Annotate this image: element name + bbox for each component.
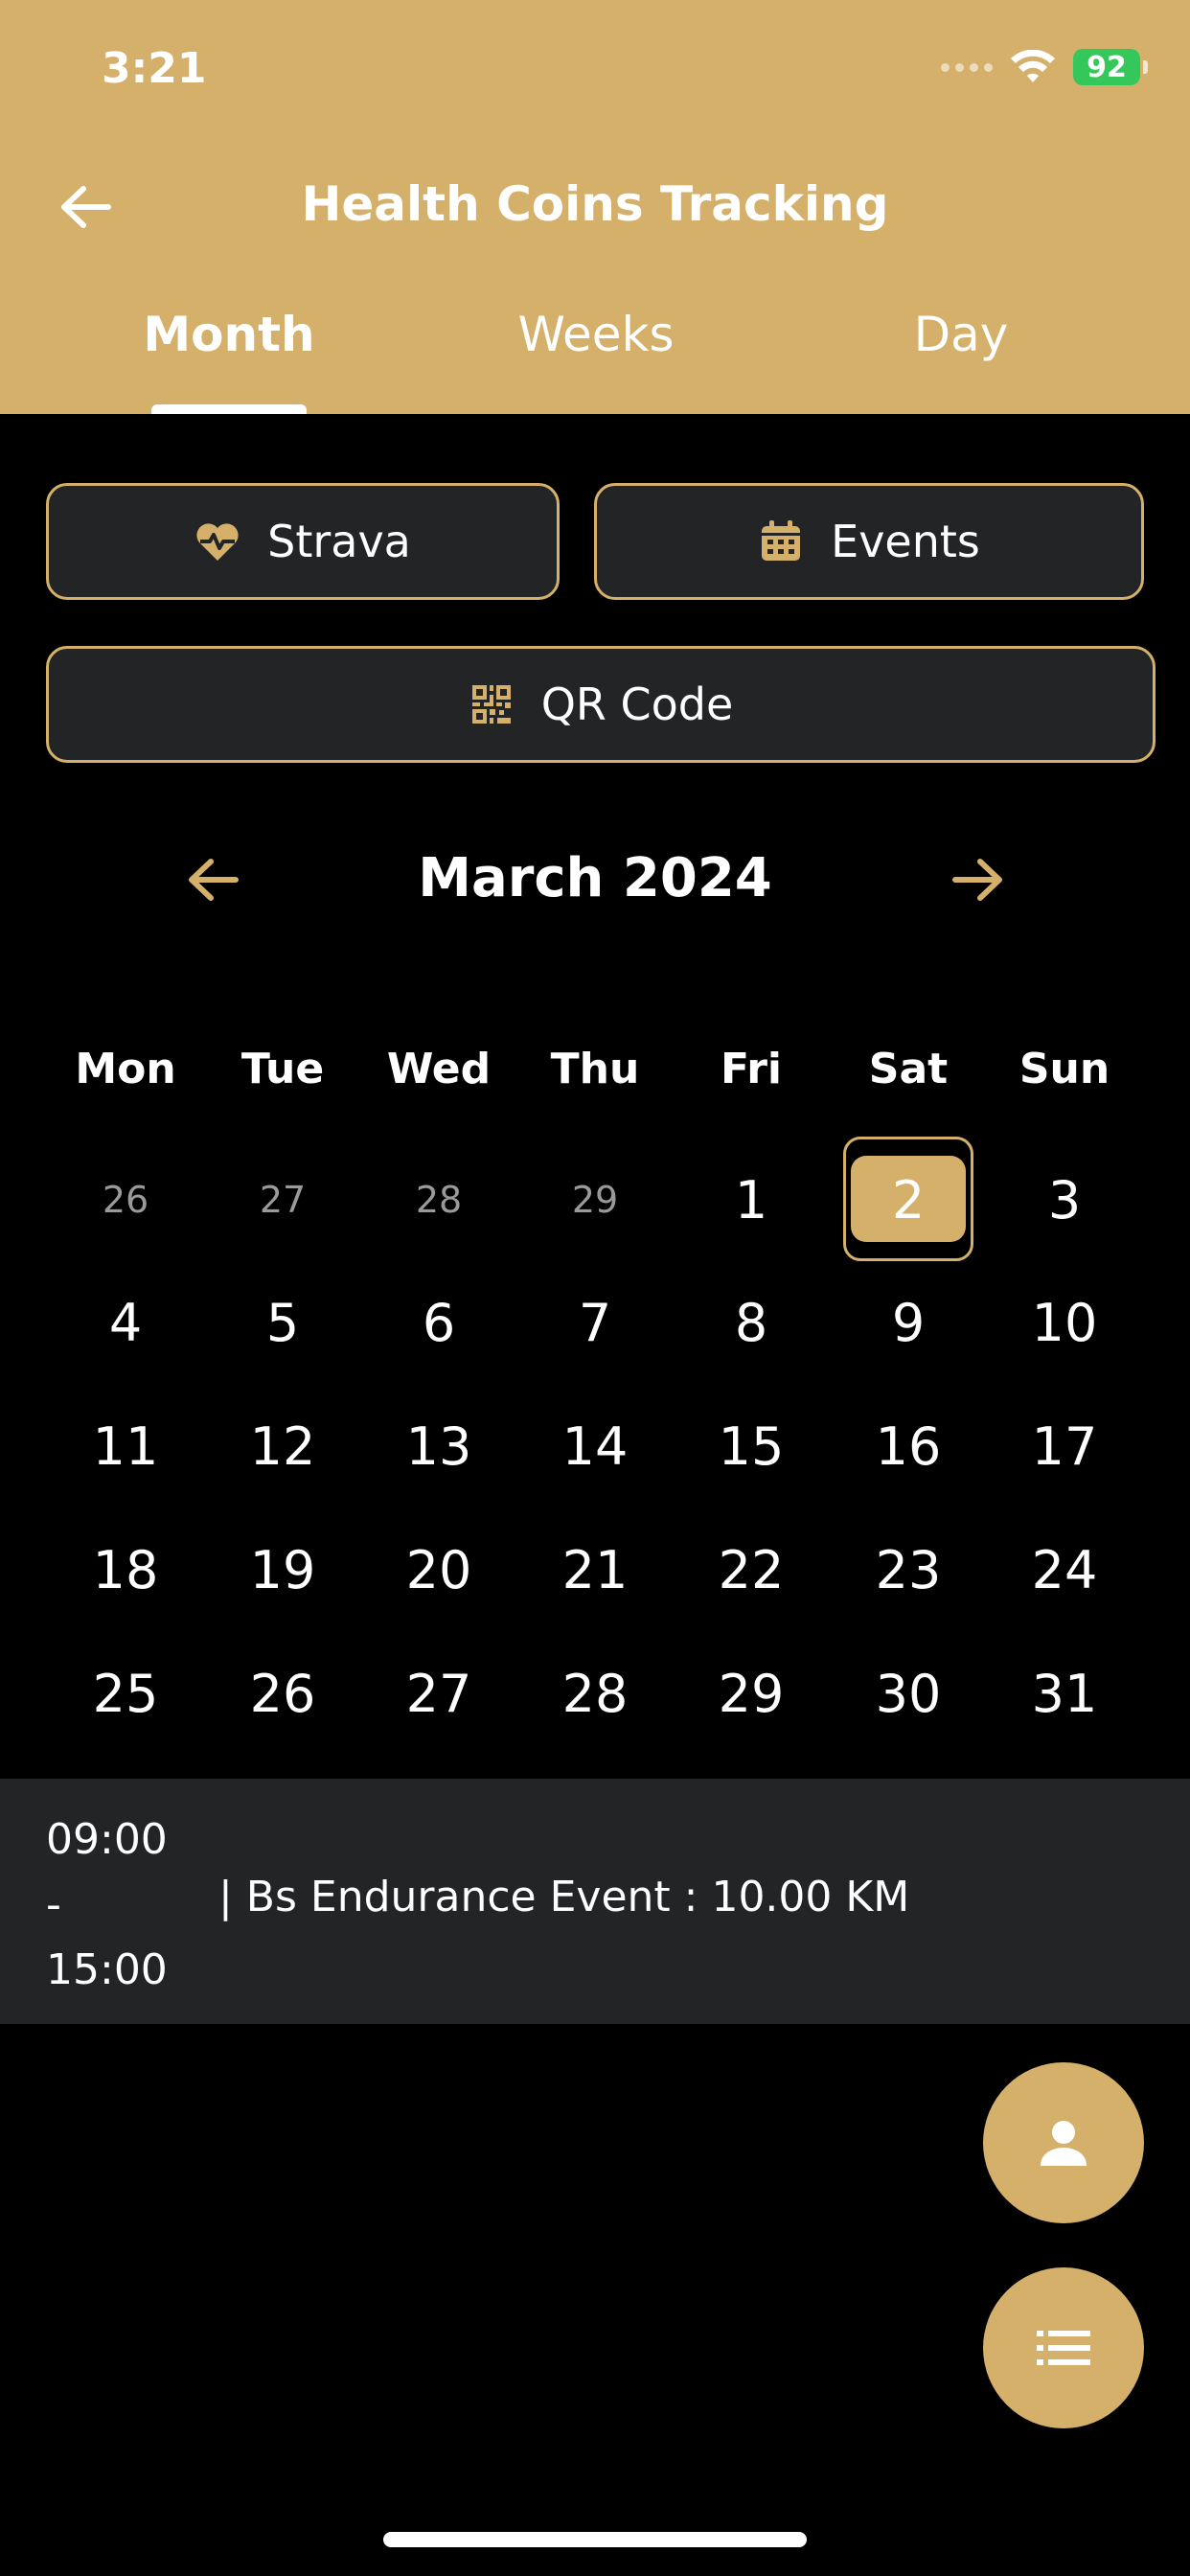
calendar-day[interactable]: 17 — [986, 1398, 1143, 1494]
qr-code-label: QR Code — [540, 678, 734, 730]
events-label: Events — [831, 516, 980, 567]
weekday-header: Sun — [1018, 1045, 1110, 1093]
qr-code-icon — [469, 681, 515, 727]
calendar-day[interactable]: 8 — [673, 1275, 830, 1370]
calendar-day[interactable]: 27 — [360, 1645, 517, 1741]
weekday-header: Fri — [720, 1045, 783, 1093]
calendar-day-other-month[interactable]: 28 — [360, 1152, 517, 1248]
calendar-day[interactable]: 13 — [360, 1398, 517, 1494]
weekday-header: Tue — [240, 1045, 325, 1093]
calendar-day[interactable]: 25 — [47, 1645, 204, 1741]
event-time-separator: - — [46, 1880, 61, 1929]
calendar-day[interactable]: 28 — [516, 1645, 674, 1741]
tab-day[interactable]: Day — [817, 307, 1105, 362]
calendar-day[interactable]: 24 — [986, 1522, 1143, 1618]
qr-code-button[interactable]: QR Code — [46, 646, 1156, 763]
calendar-day-other-month[interactable]: 27 — [204, 1152, 361, 1248]
calendar-day[interactable]: 6 — [360, 1275, 517, 1370]
event-time-range: 09:00 - 15:00 — [46, 1807, 168, 2003]
calendar-day[interactable]: 14 — [516, 1398, 674, 1494]
calendar-day[interactable]: 21 — [516, 1522, 674, 1618]
weekday-header: Sat — [868, 1045, 949, 1093]
status-icons: 92 — [941, 46, 1148, 88]
view-tabs: Month Weeks Day — [0, 307, 1190, 414]
status-time: 3:21 — [102, 44, 207, 93]
strava-button[interactable]: Strava — [46, 483, 560, 600]
strava-label: Strava — [267, 516, 411, 567]
event-end-time: 15:00 — [46, 1945, 168, 1994]
list-fab-button[interactable] — [983, 2267, 1144, 2428]
calendar-day[interactable]: 31 — [986, 1645, 1143, 1741]
calendar-day[interactable]: 10 — [986, 1275, 1143, 1370]
calendar-day-selected[interactable]: 2 — [830, 1152, 987, 1248]
battery-icon: 92 — [1073, 49, 1148, 85]
calendar-day[interactable]: 12 — [204, 1398, 361, 1494]
event-description: | Bs Endurance Event : 10.00 KM — [218, 1873, 910, 1921]
calendar-day[interactable]: 9 — [830, 1275, 987, 1370]
calendar-day[interactable]: 18 — [47, 1522, 204, 1618]
heart-pulse-icon — [195, 518, 240, 564]
calendar-day[interactable]: 16 — [830, 1398, 987, 1494]
calendar-day[interactable]: 1 — [673, 1152, 830, 1248]
event-start-time: 09:00 — [46, 1815, 168, 1864]
calendar-day[interactable]: 22 — [673, 1522, 830, 1618]
calendar-day[interactable]: 26 — [204, 1645, 361, 1741]
page-title: Health Coins Tracking — [301, 176, 889, 232]
calendar-day[interactable]: 15 — [673, 1398, 830, 1494]
month-label: March 2024 — [418, 847, 772, 909]
event-list-item[interactable]: 09:00 - 15:00 | Bs Endurance Event : 10.… — [0, 1779, 1190, 2024]
person-icon — [1041, 2121, 1087, 2166]
calendar-day[interactable]: 30 — [830, 1645, 987, 1741]
home-indicator — [383, 2532, 807, 2547]
arrow-right-icon — [952, 859, 1002, 901]
profile-fab-button[interactable] — [983, 2062, 1144, 2223]
weekday-header: Thu — [550, 1045, 640, 1093]
cellular-signal-icon — [941, 62, 993, 72]
battery-level: 92 — [1087, 50, 1127, 84]
calendar-day-other-month[interactable]: 29 — [516, 1152, 674, 1248]
calendar-day[interactable]: 11 — [47, 1398, 204, 1494]
calendar-day-other-month[interactable]: 26 — [47, 1152, 204, 1248]
tab-month[interactable]: Month — [85, 307, 373, 362]
calendar-day[interactable]: 23 — [830, 1522, 987, 1618]
wifi-icon — [1011, 50, 1055, 82]
events-button[interactable]: Events — [594, 483, 1144, 600]
app-header: 3:21 92 Health Coins Tracking Month Week… — [0, 0, 1190, 414]
calendar-day[interactable]: 29 — [673, 1645, 830, 1741]
weekday-header: Mon — [75, 1045, 176, 1093]
active-tab-indicator — [151, 404, 307, 414]
calendar-day[interactable]: 5 — [204, 1275, 361, 1370]
weekday-header: Wed — [386, 1045, 492, 1093]
calendar-day[interactable]: 20 — [360, 1522, 517, 1618]
calendar-day[interactable]: 3 — [986, 1152, 1143, 1248]
calendar-day[interactable]: 19 — [204, 1522, 361, 1618]
calendar-icon — [758, 518, 804, 564]
calendar-day[interactable]: 4 — [47, 1275, 204, 1370]
list-icon — [1037, 2331, 1090, 2365]
next-month-button[interactable] — [949, 851, 1006, 908]
calendar-day[interactable]: 7 — [516, 1275, 674, 1370]
tab-weeks[interactable]: Weeks — [452, 307, 740, 362]
